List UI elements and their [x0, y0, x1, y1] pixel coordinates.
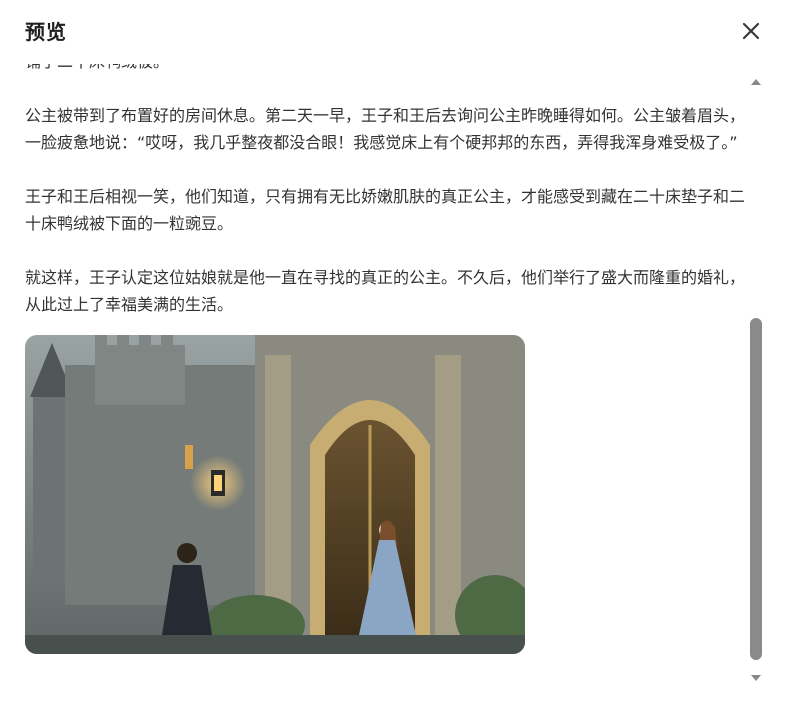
scroll-up-button[interactable] — [750, 72, 762, 85]
dialog-header: 预览 — [0, 0, 792, 64]
preview-dialog: 铺了二十床鸭绒被。 公主被带到了布置好的房间休息。第二天一早，王子和王后去询问公… — [0, 0, 792, 721]
partial-line: 铺了二十床鸭绒被。 — [25, 64, 744, 75]
scroll-thumb[interactable] — [750, 318, 762, 660]
story-illustration — [25, 335, 525, 654]
vertical-scrollbar[interactable] — [750, 72, 762, 681]
preview-content-area[interactable]: 铺了二十床鸭绒被。 公主被带到了布置好的房间休息。第二天一早，王子和王后去询问公… — [0, 64, 744, 721]
story-content: 铺了二十床鸭绒被。 公主被带到了布置好的房间休息。第二天一早，王子和王后去询问公… — [25, 64, 744, 654]
dialog-title: 预览 — [25, 20, 67, 44]
story-paragraph-2: 王子和王后相视一笑，他们知道，只有拥有无比娇嫩肌肤的真正公主，才能感受到藏在二十… — [25, 187, 744, 233]
story-paragraph-1: 公主被带到了布置好的房间休息。第二天一早，王子和王后去询问公主昨晚睡得如何。公主… — [25, 106, 744, 152]
triangle-up-icon — [751, 79, 761, 85]
triangle-down-icon — [751, 675, 761, 681]
close-icon — [742, 22, 760, 40]
scroll-down-button[interactable] — [750, 668, 762, 681]
story-paragraph-3: 就这样，王子认定这位姑娘就是他一直在寻找的真正的公主。不久后，他们举行了盛大而隆… — [25, 268, 744, 314]
close-button[interactable] — [740, 20, 762, 42]
